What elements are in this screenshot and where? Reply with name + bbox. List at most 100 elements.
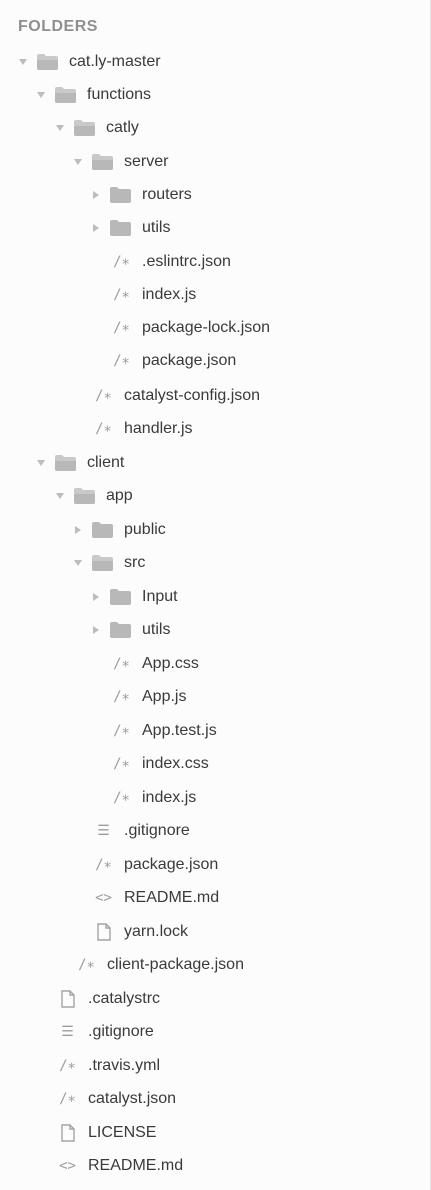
- comment-file-icon: /∗: [95, 387, 112, 404]
- folder-open-icon: [54, 453, 77, 473]
- folder-open-icon: [91, 553, 114, 573]
- folder-icon: [91, 520, 114, 540]
- comment-file-icon: /∗: [59, 1057, 76, 1074]
- tree-item-eslintrc-json[interactable]: /∗ .eslintrc.json: [111, 245, 231, 278]
- tree-item-client-package-json[interactable]: /∗ client-package.json: [76, 948, 244, 981]
- code-file-icon: <>: [95, 889, 112, 906]
- folder-icon: [109, 587, 132, 607]
- tree-item-gitignore-root[interactable]: ☰ .gitignore: [57, 1015, 154, 1048]
- tree-item-utils-src[interactable]: utils: [91, 613, 170, 646]
- folders-section-title: FOLDERS: [18, 18, 98, 35]
- tree-item-label: utils: [142, 218, 171, 236]
- tree-item-utils[interactable]: utils: [91, 211, 170, 244]
- tree-item-label: package-lock.json: [142, 318, 271, 336]
- tree-item-input[interactable]: Input: [91, 580, 178, 613]
- document-icon: [93, 922, 114, 942]
- chevron-right-icon[interactable]: [91, 223, 101, 233]
- comment-file-icon: /∗: [113, 789, 130, 806]
- tree-item-gitignore-client[interactable]: ☰ .gitignore: [93, 814, 190, 847]
- tree-item-handler-js[interactable]: /∗ handler.js: [93, 412, 193, 445]
- tree-item-readme-md-root[interactable]: <> README.md: [57, 1149, 183, 1182]
- tree-item-readme-md-client[interactable]: <> README.md: [93, 881, 219, 914]
- comment-file-icon: /∗: [95, 420, 112, 437]
- tree-item-index-css[interactable]: /∗ index.css: [111, 747, 209, 780]
- chevron-down-icon[interactable]: [73, 558, 83, 568]
- tree-item-package-lock-json[interactable]: /∗ package-lock.json: [111, 311, 270, 344]
- tree-item-label: App.test.js: [142, 721, 217, 739]
- tree-item-label: README.md: [88, 1156, 184, 1174]
- tree-item-src[interactable]: src: [73, 546, 145, 579]
- chevron-down-icon[interactable]: [36, 90, 46, 100]
- tree-item-label: client-package.json: [107, 955, 244, 973]
- chevron-down-icon[interactable]: [55, 491, 65, 501]
- tree-item-routers[interactable]: routers: [91, 178, 192, 211]
- document-icon: [57, 1123, 78, 1143]
- tree-item-label: .eslintrc.json: [142, 252, 231, 270]
- code-file-icon: <>: [59, 1157, 76, 1174]
- chevron-down-icon[interactable]: [36, 458, 46, 468]
- tree-item-yarn-lock[interactable]: yarn.lock: [93, 915, 188, 948]
- comment-file-icon: /∗: [113, 253, 130, 270]
- folder-open-icon: [54, 85, 77, 105]
- tree-item-label: App.js: [142, 687, 187, 705]
- tree-item-cat-ly-master[interactable]: cat.ly-master: [18, 45, 161, 78]
- tree-item-label: client: [87, 453, 125, 471]
- tree-item-label: README.md: [124, 888, 220, 906]
- tree-item-label: index.js: [142, 788, 197, 806]
- tree-item-server[interactable]: server: [73, 145, 168, 178]
- tree-item-index-js-src[interactable]: /∗ index.js: [111, 781, 196, 814]
- tree-item-travis-yml[interactable]: /∗ .travis.yml: [57, 1049, 160, 1082]
- tree-item-label: handler.js: [124, 419, 193, 437]
- tree-item-label: catalyst.json: [88, 1089, 177, 1107]
- chevron-right-icon[interactable]: [73, 525, 83, 535]
- tree-item-label: LICENSE: [88, 1123, 157, 1141]
- folder-open-icon: [36, 52, 59, 72]
- tree-item-package-json-client[interactable]: /∗ package.json: [93, 848, 218, 881]
- list-file-icon: ☰: [61, 1023, 74, 1040]
- tree-item-app-js[interactable]: /∗ App.js: [111, 680, 186, 713]
- tree-item-catalyst-json[interactable]: /∗ catalyst.json: [57, 1082, 176, 1115]
- tree-item-client[interactable]: client: [36, 446, 124, 479]
- chevron-down-icon[interactable]: [18, 57, 28, 67]
- folder-icon: [109, 185, 132, 205]
- folder-icon: [109, 620, 132, 640]
- tree-item-label: .gitignore: [88, 1022, 154, 1040]
- tree-item-label: routers: [142, 185, 192, 203]
- tree-item-label: package.json: [142, 351, 237, 369]
- chevron-right-icon[interactable]: [91, 190, 101, 200]
- tree-item-label: functions: [87, 85, 152, 103]
- tree-item-label: .travis.yml: [88, 1056, 160, 1074]
- tree-item-label: catly: [106, 118, 139, 136]
- chevron-right-icon[interactable]: [91, 592, 101, 602]
- comment-file-icon: /∗: [113, 319, 130, 336]
- tree-item-public[interactable]: public: [73, 513, 166, 546]
- tree-item-app-test-js[interactable]: /∗ App.test.js: [111, 714, 217, 747]
- tree-item-app-css[interactable]: /∗ App.css: [111, 647, 199, 680]
- tree-item-catly[interactable]: catly: [55, 111, 139, 144]
- tree-item-package-json[interactable]: /∗ package.json: [111, 344, 236, 377]
- tree-item-label: yarn.lock: [124, 922, 189, 940]
- tree-item-index-js[interactable]: /∗ index.js: [111, 278, 196, 311]
- tree-item-label: cat.ly-master: [69, 52, 161, 70]
- tree-item-catalyst-config-json[interactable]: /∗ catalyst-config.json: [93, 379, 260, 412]
- folder-sidebar: FOLDERS cat.ly-master functions catly se…: [0, 0, 431, 1190]
- folder-icon: [109, 218, 132, 238]
- tree-item-label: package.json: [124, 855, 219, 873]
- comment-file-icon: /∗: [113, 688, 130, 705]
- chevron-right-icon[interactable]: [91, 625, 101, 635]
- tree-item-app[interactable]: app: [55, 479, 133, 512]
- tree-item-functions[interactable]: functions: [36, 78, 151, 111]
- tree-item-label: utils: [142, 620, 171, 638]
- comment-file-icon: /∗: [113, 352, 130, 369]
- chevron-down-icon[interactable]: [73, 157, 83, 167]
- tree-item-label: src: [124, 553, 146, 571]
- tree-item-catalystrc[interactable]: .catalystrc: [57, 982, 160, 1015]
- list-file-icon: ☰: [97, 822, 110, 839]
- tree-item-license[interactable]: LICENSE: [57, 1116, 156, 1149]
- chevron-down-icon[interactable]: [55, 123, 65, 133]
- tree-item-label: server: [124, 152, 169, 170]
- document-icon: [57, 989, 78, 1009]
- tree-item-label: App.css: [142, 654, 199, 672]
- tree-item-label: public: [124, 520, 166, 538]
- comment-file-icon: /∗: [113, 722, 130, 739]
